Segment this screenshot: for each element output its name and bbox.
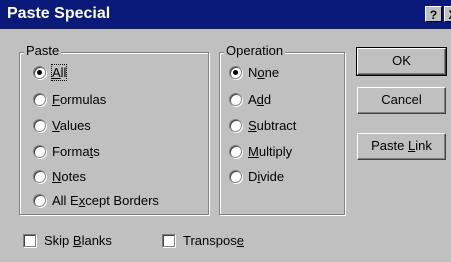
option-label: All Except Borders bbox=[52, 192, 159, 208]
option-label: Divide bbox=[248, 168, 285, 184]
radio-button[interactable] bbox=[33, 65, 46, 79]
operation-group-label: Operation bbox=[224, 43, 286, 58]
close-button[interactable]: X bbox=[444, 6, 451, 22]
checkbox-box[interactable] bbox=[23, 233, 36, 247]
option-label: All bbox=[50, 63, 68, 81]
checkbox-label: Transpose bbox=[183, 232, 244, 248]
radio-button[interactable] bbox=[229, 118, 242, 132]
operation-option-add[interactable]: Add bbox=[229, 90, 271, 108]
operation-option-multiply[interactable]: Multiply bbox=[229, 142, 292, 160]
option-label: Notes bbox=[52, 168, 86, 184]
operation-option-divide[interactable]: Divide bbox=[229, 167, 284, 185]
cancel-button[interactable]: Cancel bbox=[357, 87, 446, 114]
radio-button[interactable] bbox=[33, 169, 46, 183]
option-label: Formulas bbox=[52, 91, 107, 107]
paste-option-values[interactable]: Values bbox=[33, 116, 91, 134]
dialog-title: Paste Special bbox=[7, 5, 111, 22]
radio-button[interactable] bbox=[229, 169, 242, 183]
paste-link-button[interactable]: Paste Link bbox=[357, 133, 446, 160]
option-label: Add bbox=[248, 91, 272, 107]
skip-blanks-checkbox[interactable]: Skip Blanks bbox=[23, 231, 112, 249]
option-label: None bbox=[248, 64, 280, 80]
checkbox-box[interactable] bbox=[162, 233, 175, 247]
paste-special-dialog: Paste Special ? X Paste All Formulas Val… bbox=[0, 0, 451, 262]
help-button[interactable]: ? bbox=[425, 6, 442, 22]
paste-option-all[interactable]: All bbox=[33, 63, 68, 81]
question-mark-icon: ? bbox=[429, 8, 438, 22]
paste-group-label: Paste bbox=[24, 43, 62, 58]
radio-button[interactable] bbox=[229, 144, 242, 158]
paste-option-formulas[interactable]: Formulas bbox=[33, 90, 106, 108]
radio-button[interactable] bbox=[33, 144, 46, 158]
option-label: Values bbox=[52, 117, 91, 133]
operation-option-none[interactable]: None bbox=[229, 63, 279, 81]
radio-button[interactable] bbox=[33, 193, 46, 207]
radio-button[interactable] bbox=[229, 65, 242, 79]
transpose-checkbox[interactable]: Transpose bbox=[162, 231, 244, 249]
operation-option-subtract[interactable]: Subtract bbox=[229, 116, 296, 134]
button-label: Paste Link bbox=[371, 138, 432, 153]
radio-button[interactable] bbox=[33, 118, 46, 132]
paste-option-formats[interactable]: Formats bbox=[33, 142, 100, 160]
paste-option-notes[interactable]: Notes bbox=[33, 167, 86, 185]
option-label: Subtract bbox=[248, 117, 297, 133]
radio-button[interactable] bbox=[33, 92, 46, 106]
radio-button[interactable] bbox=[229, 92, 242, 106]
ok-button[interactable]: OK bbox=[356, 47, 447, 76]
title-bar[interactable]: Paste Special ? X bbox=[0, 0, 451, 29]
option-label: Multiply bbox=[248, 143, 293, 159]
option-label: Formats bbox=[52, 143, 100, 159]
paste-option-all-except-borders[interactable]: All Except Borders bbox=[33, 191, 159, 209]
checkbox-label: Skip Blanks bbox=[44, 232, 112, 248]
